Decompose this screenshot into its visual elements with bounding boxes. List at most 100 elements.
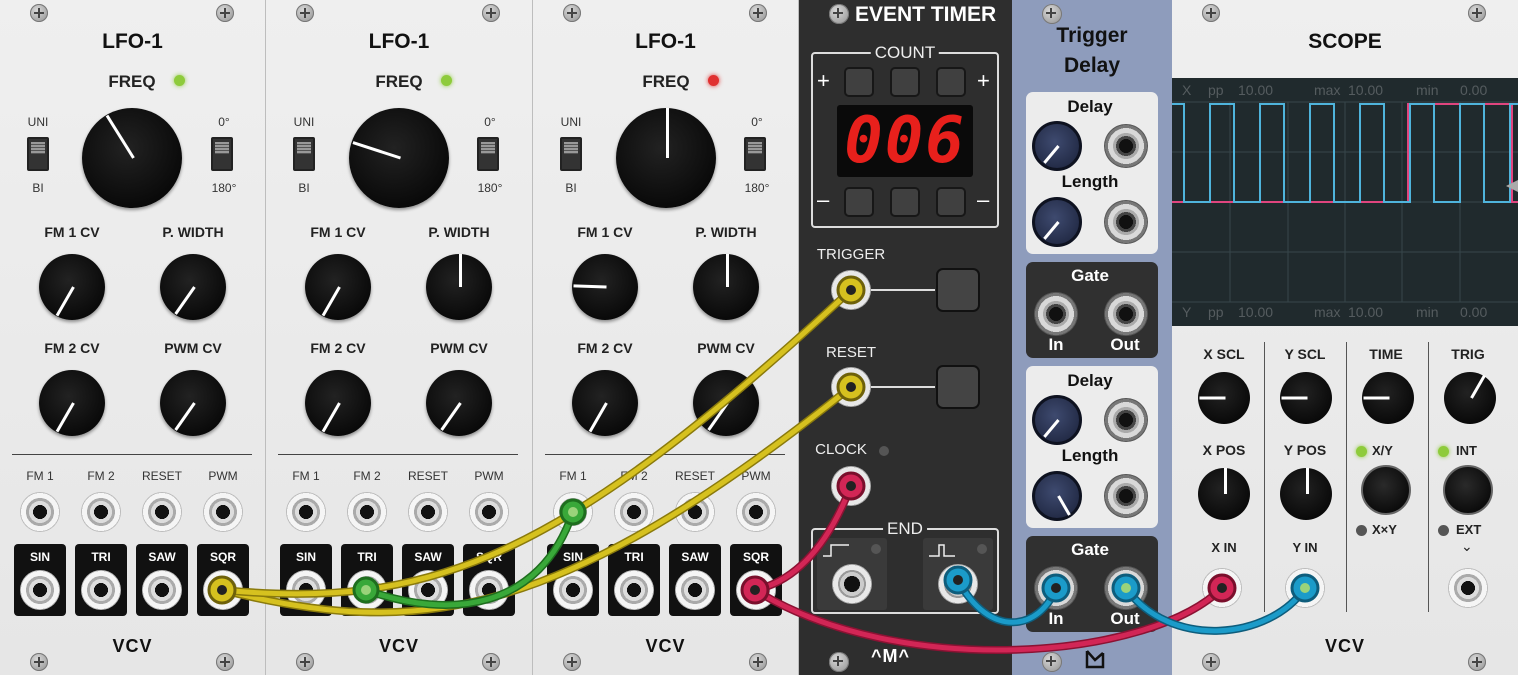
gate-out-jack-1[interactable] xyxy=(1104,292,1148,336)
pwm-cv-knob[interactable] xyxy=(693,370,759,436)
y-position-knob[interactable] xyxy=(1280,468,1332,520)
gate-in-jack-1[interactable] xyxy=(1034,292,1078,336)
fm2-cv-knob[interactable] xyxy=(39,370,105,436)
freq-knob[interactable] xyxy=(616,108,716,208)
decrement-tens-button[interactable] xyxy=(890,187,920,217)
freq-knob[interactable] xyxy=(82,108,182,208)
trigger-input-jack[interactable] xyxy=(831,270,871,310)
sqr-output-jack[interactable] xyxy=(203,570,243,610)
sin-output-jack[interactable] xyxy=(553,570,593,610)
phase-switch[interactable] xyxy=(211,137,233,171)
sqr-output-jack[interactable] xyxy=(469,570,509,610)
freq-knob[interactable] xyxy=(349,108,449,208)
delay-cv-jack-2[interactable] xyxy=(1104,398,1148,442)
ext-trigger-input-jack[interactable] xyxy=(1448,568,1488,608)
fm2-input-jack[interactable] xyxy=(347,492,387,532)
uni-bi-switch[interactable] xyxy=(560,137,582,171)
x-input-jack[interactable] xyxy=(1202,568,1242,608)
fm1-cv-knob[interactable] xyxy=(572,254,638,320)
clock-input-jack[interactable] xyxy=(831,466,871,506)
fm2-cv-knob[interactable] xyxy=(305,370,371,436)
tri-output-jack[interactable] xyxy=(614,570,654,610)
delay-knob-2[interactable] xyxy=(1032,395,1082,445)
reset-button[interactable] xyxy=(936,365,980,409)
time-knob[interactable] xyxy=(1362,372,1414,424)
pwidth-knob[interactable] xyxy=(693,254,759,320)
pwm-input-jack[interactable] xyxy=(469,492,509,532)
tri-output-jack[interactable] xyxy=(347,570,387,610)
reset-input-jack[interactable] xyxy=(675,492,715,532)
count-label: COUNT xyxy=(870,43,940,63)
saw-output-jack[interactable] xyxy=(675,570,715,610)
trigger-source-button[interactable] xyxy=(1443,465,1493,515)
end-trigger-led xyxy=(977,544,987,554)
x-pos-label: X POS xyxy=(1202,442,1246,458)
sin-output-jack[interactable] xyxy=(20,570,60,610)
gate-in-jack-2[interactable] xyxy=(1034,566,1078,610)
phase-switch[interactable] xyxy=(744,137,766,171)
end-gate-output-jack[interactable] xyxy=(832,564,872,604)
fm1-input-jack[interactable] xyxy=(20,492,60,532)
trigger-button[interactable] xyxy=(936,268,980,312)
reset-input-jack[interactable] xyxy=(831,367,871,407)
pwm-input-jack[interactable] xyxy=(203,492,243,532)
delay-cv-jack-1[interactable] xyxy=(1104,124,1148,168)
input-label-fm2: FM 2 xyxy=(620,469,648,483)
pwidth-label: P. WIDTH xyxy=(162,224,224,240)
uni-bi-switch[interactable] xyxy=(293,137,315,171)
pwm-cv-knob[interactable] xyxy=(160,370,226,436)
uni-bi-switch[interactable] xyxy=(27,137,49,171)
reset-input-jack[interactable] xyxy=(408,492,448,532)
x-scale-knob[interactable] xyxy=(1198,372,1250,424)
increment-ones-button[interactable] xyxy=(936,67,966,97)
trig-label: TRIG xyxy=(1451,346,1485,362)
tri-output-jack[interactable] xyxy=(81,570,121,610)
length-knob-2[interactable] xyxy=(1032,471,1082,521)
fm2-input-jack[interactable] xyxy=(614,492,654,532)
trigger-level-knob[interactable] xyxy=(1444,372,1496,424)
pwidth-knob[interactable] xyxy=(160,254,226,320)
x-readout-pp-label: pp xyxy=(1208,82,1224,98)
x-position-knob[interactable] xyxy=(1198,468,1250,520)
end-trigger-output-jack[interactable] xyxy=(938,564,978,604)
sqr-output-jack[interactable] xyxy=(736,570,776,610)
gate-pulse-icon xyxy=(823,544,849,557)
reset-input-jack[interactable] xyxy=(142,492,182,532)
display-mode-button[interactable] xyxy=(1361,465,1411,515)
in-label: In xyxy=(1048,609,1064,628)
saw-output-box: SAW xyxy=(402,544,454,616)
pwm-input-jack[interactable] xyxy=(736,492,776,532)
input-label-fm1: FM 1 xyxy=(559,469,587,483)
tri-output-box: TRI xyxy=(341,544,393,616)
end-trigger-box xyxy=(923,538,993,610)
sin-output-jack[interactable] xyxy=(286,570,326,610)
fm1-cv-knob[interactable] xyxy=(305,254,371,320)
length-cv-jack-1[interactable] xyxy=(1104,200,1148,244)
divider xyxy=(545,454,785,455)
y-input-jack[interactable] xyxy=(1285,568,1325,608)
length-knob-1[interactable] xyxy=(1032,197,1082,247)
end-label: END xyxy=(883,519,927,539)
fm1-input-jack[interactable] xyxy=(553,492,593,532)
saw-output-jack[interactable] xyxy=(408,570,448,610)
increment-hundreds-button[interactable] xyxy=(844,67,874,97)
decrement-ones-button[interactable] xyxy=(936,187,966,217)
y-pos-label: Y POS xyxy=(1283,442,1327,458)
y-scale-knob[interactable] xyxy=(1280,372,1332,424)
decrement-hundreds-button[interactable] xyxy=(844,187,874,217)
delay-knob-1[interactable] xyxy=(1032,121,1082,171)
gate-out-jack-2[interactable] xyxy=(1104,566,1148,610)
pwm-cv-knob[interactable] xyxy=(426,370,492,436)
fm2-cv-knob[interactable] xyxy=(572,370,638,436)
increment-tens-button[interactable] xyxy=(890,67,920,97)
saw-output-jack[interactable] xyxy=(142,570,182,610)
phase-switch[interactable] xyxy=(477,137,499,171)
reset-link-line xyxy=(871,386,935,388)
gate-label: Gate xyxy=(1071,266,1109,285)
uni-label: UNI xyxy=(293,115,315,129)
fm2-input-jack[interactable] xyxy=(81,492,121,532)
fm1-cv-knob[interactable] xyxy=(39,254,105,320)
fm1-input-jack[interactable] xyxy=(286,492,326,532)
length-cv-jack-2[interactable] xyxy=(1104,474,1148,518)
pwidth-knob[interactable] xyxy=(426,254,492,320)
